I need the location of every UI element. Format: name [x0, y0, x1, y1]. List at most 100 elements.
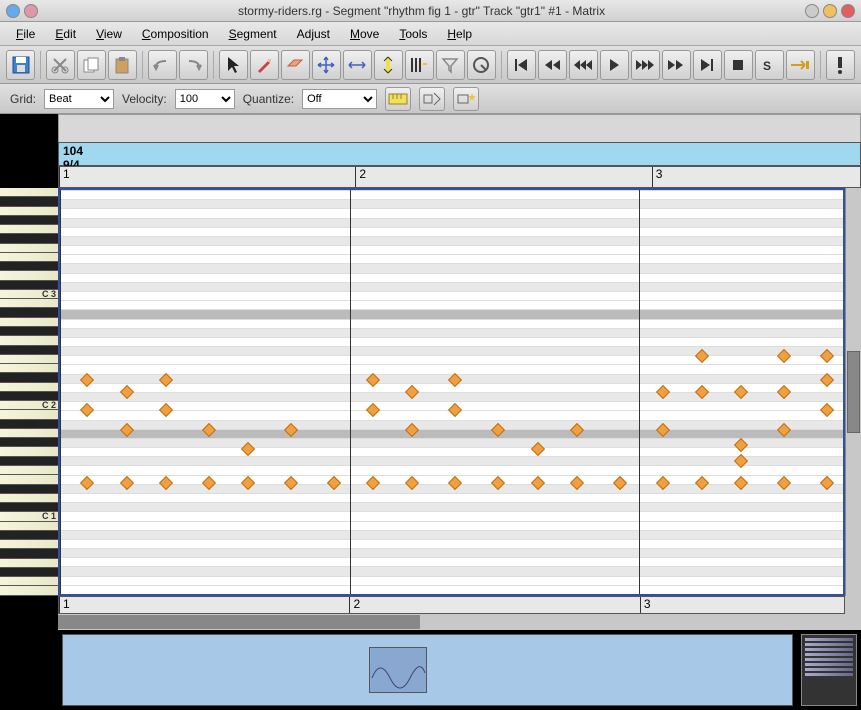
draw-tool[interactable] — [250, 50, 279, 80]
piano-key[interactable] — [0, 355, 58, 364]
transport-stop[interactable] — [724, 50, 753, 80]
collapse-icon[interactable] — [419, 87, 445, 111]
piano-key[interactable] — [0, 420, 58, 429]
piano-keyboard[interactable]: C 3 C 2 C 1 — [0, 188, 58, 596]
piano-key[interactable]: C 3 — [0, 290, 58, 299]
star-icon[interactable] — [453, 87, 479, 111]
track-minimap[interactable] — [801, 634, 857, 706]
piano-key[interactable] — [0, 225, 58, 234]
piano-key[interactable] — [0, 457, 58, 466]
piano-key[interactable] — [0, 586, 58, 595]
piano-key[interactable] — [0, 197, 58, 206]
piano-key[interactable] — [0, 188, 58, 197]
copy-button[interactable] — [77, 50, 106, 80]
piano-key[interactable] — [0, 318, 58, 327]
piano-key[interactable] — [0, 410, 58, 419]
solo-button[interactable]: S — [755, 50, 784, 80]
panic-button[interactable] — [826, 50, 855, 80]
ruler-icon[interactable] — [385, 87, 411, 111]
note-grid[interactable] — [58, 188, 845, 596]
resize-tool[interactable] — [343, 50, 372, 80]
tempo-ruler[interactable]: 104 9/4 — [58, 142, 861, 166]
menu-file[interactable]: File — [8, 25, 43, 43]
close-icon[interactable] — [841, 4, 855, 18]
transport-forward[interactable] — [662, 50, 691, 80]
segment-overview[interactable] — [62, 634, 793, 706]
menu-adjust[interactable]: Adjust — [289, 25, 338, 43]
piano-key[interactable] — [0, 234, 58, 243]
select-tool[interactable] — [219, 50, 248, 80]
minimize-icon[interactable] — [805, 4, 819, 18]
transport-start[interactable] — [507, 50, 536, 80]
redo-button[interactable] — [179, 50, 208, 80]
menu-composition[interactable]: Composition — [134, 25, 217, 43]
midi-note[interactable] — [366, 403, 380, 417]
piano-key[interactable] — [0, 373, 58, 382]
menu-move[interactable]: Move — [342, 25, 387, 43]
piano-key[interactable] — [0, 336, 58, 345]
piano-key[interactable] — [0, 346, 58, 355]
piano-key[interactable] — [0, 262, 58, 271]
midi-note[interactable] — [80, 403, 94, 417]
filter-tool[interactable] — [436, 50, 465, 80]
horizontal-scrollbar[interactable] — [58, 614, 845, 630]
loop-button[interactable] — [786, 50, 815, 80]
quantize-select[interactable]: Off — [302, 89, 377, 109]
piano-key[interactable] — [0, 568, 58, 577]
piano-key[interactable] — [0, 559, 58, 568]
transport-rewind[interactable] — [538, 50, 567, 80]
piano-key[interactable] — [0, 438, 58, 447]
menu-help[interactable]: Help — [439, 25, 480, 43]
maximize-icon[interactable] — [823, 4, 837, 18]
piano-key[interactable] — [0, 466, 58, 475]
vertical-scrollbar[interactable] — [845, 188, 861, 596]
piano-key[interactable] — [0, 577, 58, 586]
undo-button[interactable] — [148, 50, 177, 80]
piano-key[interactable] — [0, 531, 58, 540]
piano-key[interactable] — [0, 271, 58, 280]
piano-key[interactable] — [0, 549, 58, 558]
piano-key[interactable] — [0, 327, 58, 336]
window-pin-icon[interactable] — [24, 4, 38, 18]
erase-tool[interactable] — [281, 50, 310, 80]
move-tool[interactable] — [312, 50, 341, 80]
transport-fast-rewind[interactable] — [569, 50, 598, 80]
transport-fast-forward[interactable] — [631, 50, 660, 80]
velocity-tool[interactable] — [374, 50, 403, 80]
piano-key[interactable] — [0, 429, 58, 438]
midi-note[interactable] — [159, 403, 173, 417]
piano-key[interactable] — [0, 494, 58, 503]
menu-segment[interactable]: Segment — [221, 25, 285, 43]
piano-key[interactable] — [0, 475, 58, 484]
piano-key[interactable] — [0, 253, 58, 262]
piano-key[interactable] — [0, 383, 58, 392]
piano-key[interactable] — [0, 207, 58, 216]
piano-key[interactable] — [0, 216, 58, 225]
grid-select[interactable]: Beat — [44, 89, 114, 109]
piano-key[interactable] — [0, 447, 58, 456]
piano-key[interactable]: C 1 — [0, 512, 58, 521]
piano-key[interactable] — [0, 522, 58, 531]
window-menu-icon[interactable] — [6, 4, 20, 18]
piano-key[interactable] — [0, 299, 58, 308]
piano-key[interactable]: C 2 — [0, 401, 58, 410]
piano-key[interactable] — [0, 540, 58, 549]
chord-tool[interactable] — [405, 50, 434, 80]
piano-key[interactable] — [0, 308, 58, 317]
menu-tools[interactable]: Tools — [391, 25, 435, 43]
quantize-tool[interactable] — [467, 50, 496, 80]
bar-ruler-bottom[interactable]: 1 2 3 — [58, 596, 845, 614]
piano-key[interactable] — [0, 364, 58, 373]
transport-end[interactable] — [693, 50, 722, 80]
transport-play[interactable] — [600, 50, 629, 80]
velocity-select[interactable]: 100 — [175, 89, 235, 109]
save-button[interactable] — [6, 50, 35, 80]
cut-button[interactable] — [46, 50, 75, 80]
piano-key[interactable] — [0, 485, 58, 494]
bar-ruler-top[interactable]: 1 2 3 — [58, 166, 861, 188]
piano-key[interactable] — [0, 244, 58, 253]
midi-note[interactable] — [448, 403, 462, 417]
paste-button[interactable] — [108, 50, 137, 80]
menu-view[interactable]: View — [88, 25, 130, 43]
midi-note[interactable] — [820, 403, 834, 417]
